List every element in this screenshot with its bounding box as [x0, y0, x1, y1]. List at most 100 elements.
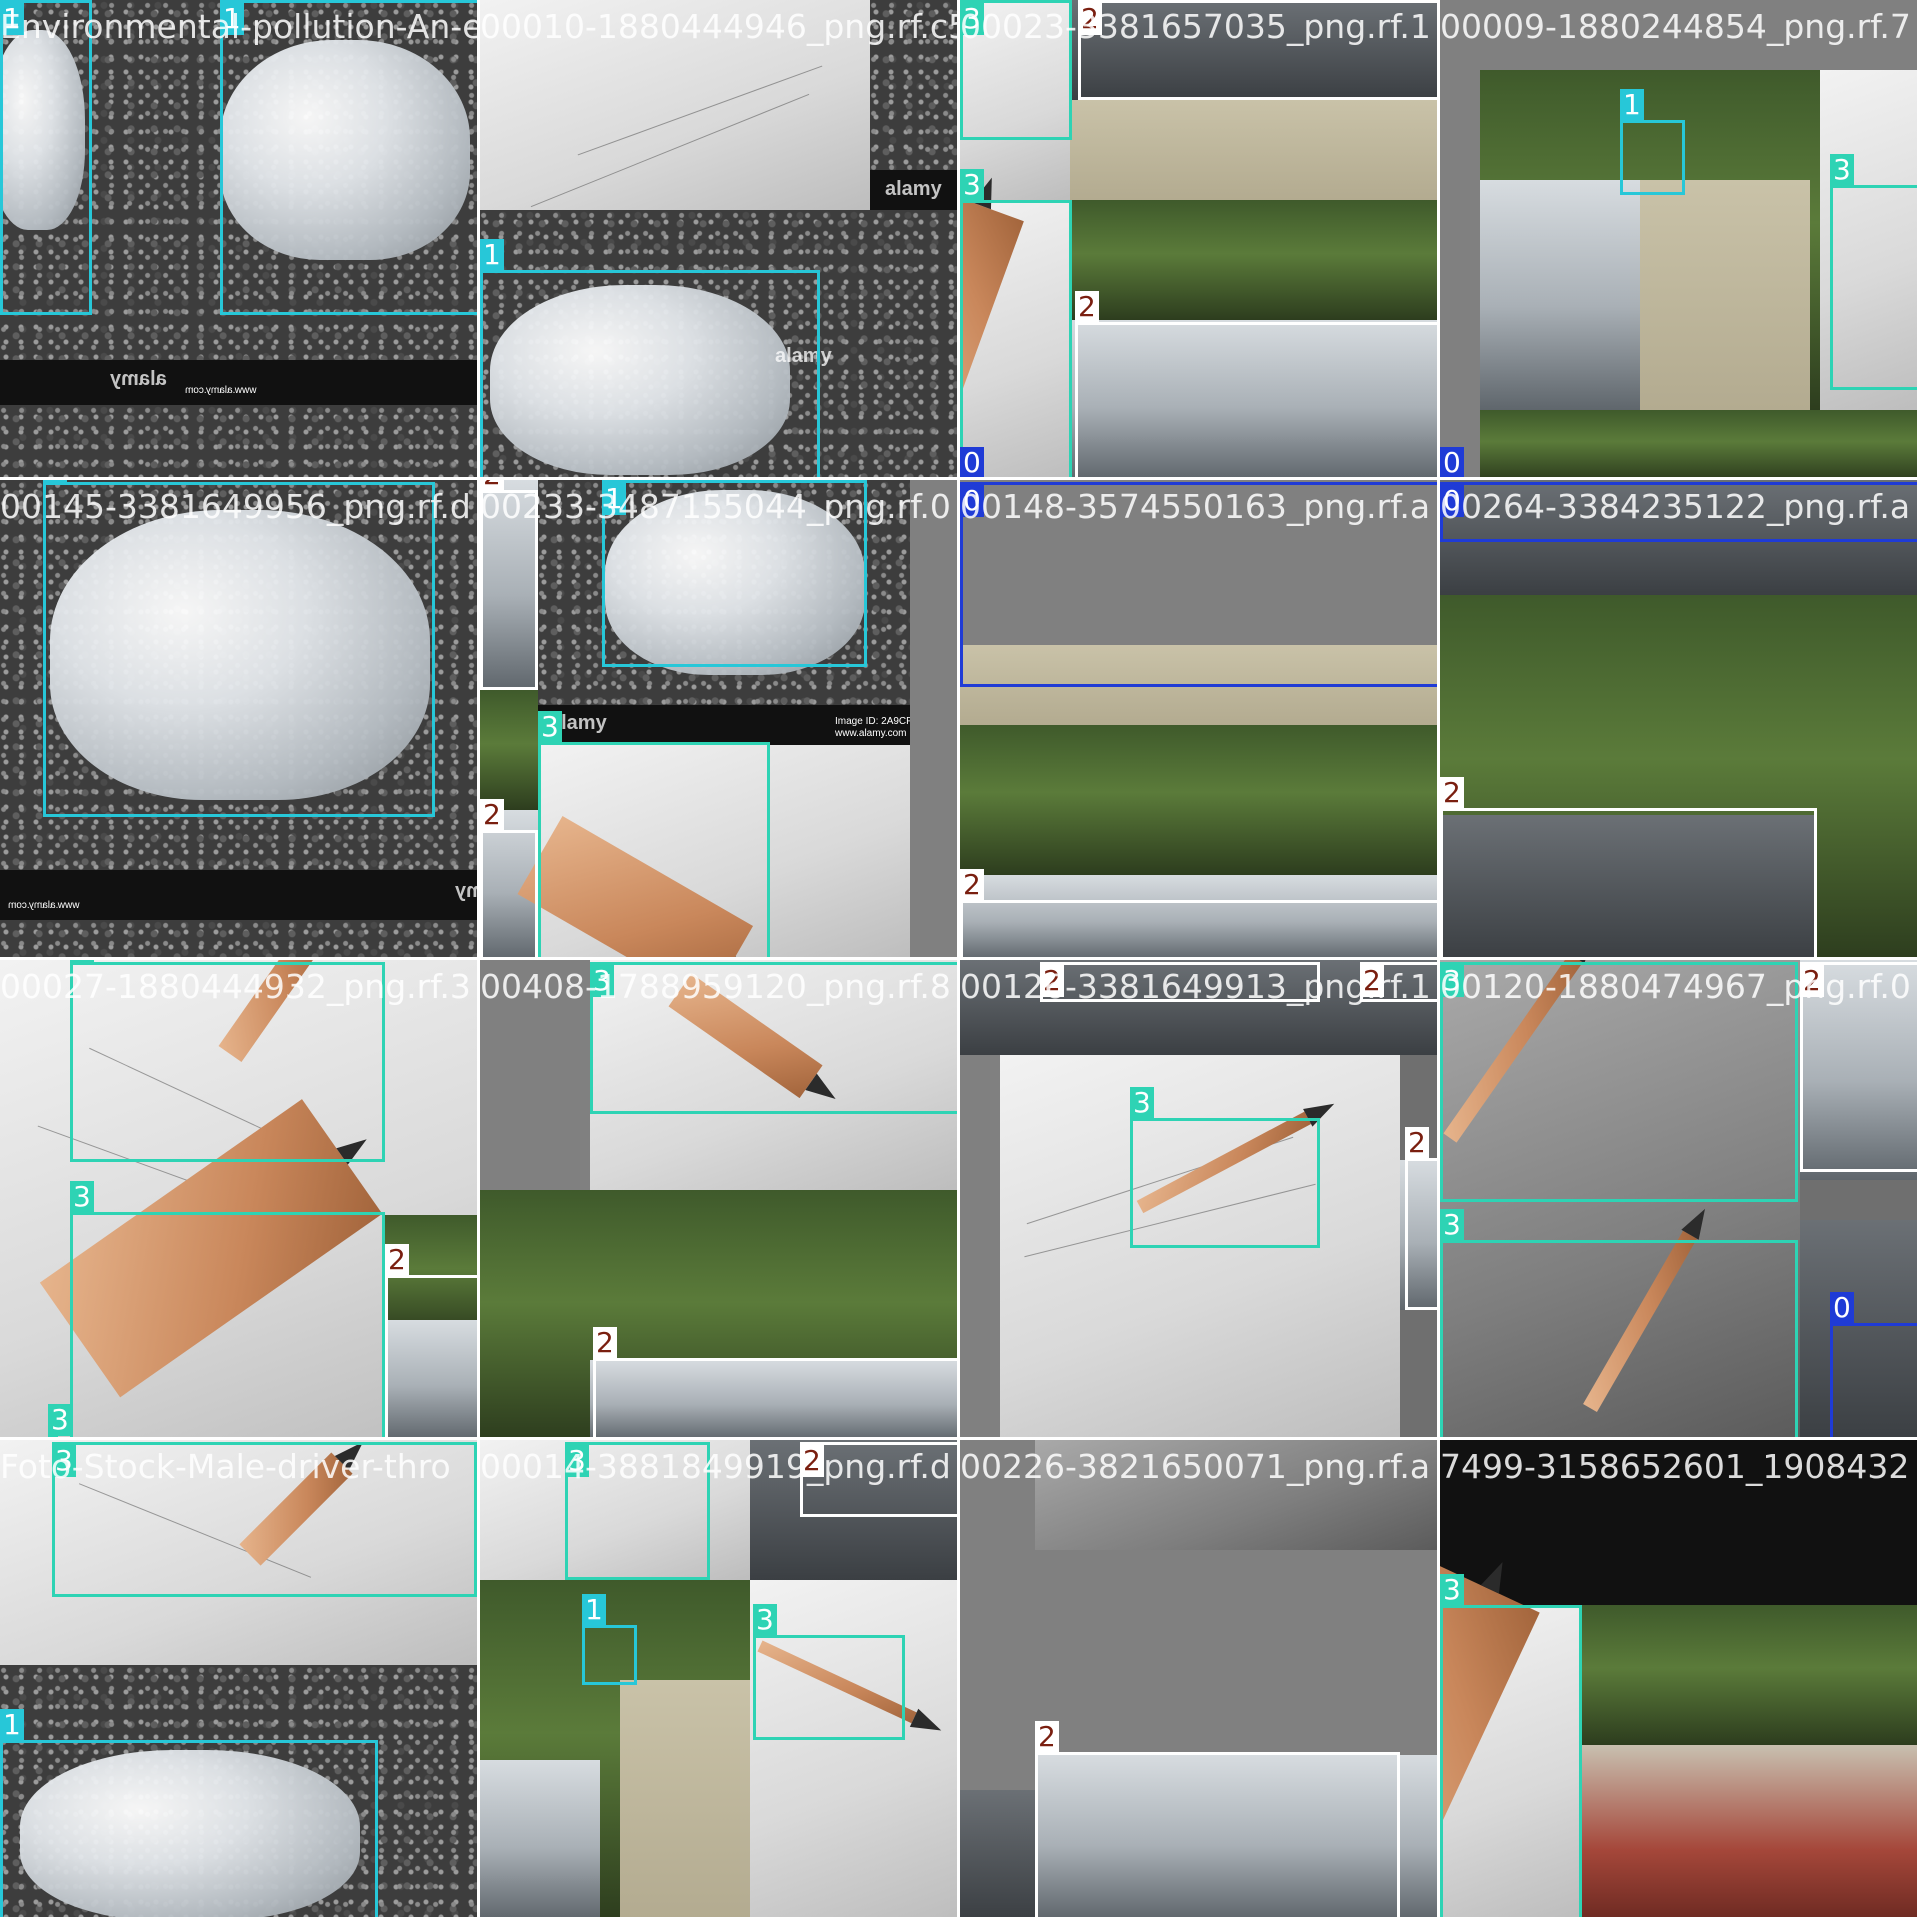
bbox-car: 2: [480, 799, 538, 957]
bbox-label: 3: [960, 169, 984, 201]
mosaic-cell: 0 2 00148-3574550163_png.rf.a: [960, 480, 1440, 960]
photo-trees: [480, 690, 538, 810]
mosaic-cell: 1 3 0 00009-1880244854_png.rf.7: [1440, 0, 1920, 480]
bbox-plastic-bottle: 1: [582, 1594, 637, 1685]
watermark-strip-text: www.alamy.com: [835, 728, 907, 739]
bbox-label: 2: [1440, 777, 1464, 809]
bbox-label: 2: [593, 1327, 617, 1359]
bbox-label: 2: [960, 869, 984, 901]
mosaic-cell: 3 1 Foto-Stock-Male-driver-thro: [0, 1440, 480, 1920]
bbox-car: 2: [1075, 291, 1437, 477]
image-filename: 00009-1880244854_png.rf.7: [1440, 7, 1911, 46]
mosaic-cell: 0 2 00264-3384235122_png.rf.a: [1440, 480, 1920, 960]
photo-road: [620, 1680, 750, 1917]
image-filename: 00226-3821650071_png.rf.a: [960, 1447, 1431, 1486]
bbox-label: 0: [960, 447, 984, 477]
bbox-label: 3: [753, 1604, 777, 1636]
mosaic-cell: 3 7499-3158652601_1908432: [1440, 1440, 1920, 1920]
photo-road: [1070, 100, 1437, 200]
bbox-pencil: 3: [1440, 1209, 1798, 1437]
mosaic-cell: 2 00226-3821650071_png.rf.a: [960, 1440, 1440, 1920]
bbox-pencil: 3: [1830, 154, 1917, 390]
mosaic-cell: alamy Image ID: 2A9CP40 www.alamy.com 2 …: [480, 480, 960, 960]
image-filename: 00264-3384235122_png.rf.a: [1440, 487, 1911, 526]
photo-soil: [0, 920, 477, 957]
bbox-label: 2: [480, 799, 504, 831]
image-filename: 00233-3487155044_png.rf.0: [480, 487, 951, 526]
image-filename: Foto-Stock-Male-driver-thro: [0, 1447, 451, 1486]
image-filename: 00408-1788959120_png.rf.8: [480, 967, 951, 1006]
image-filename: Environmental-pollution-An-empty-plastic…: [0, 7, 477, 46]
bbox-label: 3: [1440, 1574, 1464, 1606]
watermark: alamy: [455, 880, 477, 902]
bbox-car: 2: [593, 1327, 957, 1437]
bbox-label: 1: [43, 480, 67, 483]
photo-trees: [1580, 1605, 1917, 1745]
mosaic-cell: www.alamy.com alamy 1 00145-3381649956_p…: [0, 480, 480, 960]
watermark: alamy: [110, 368, 167, 390]
photo-sketch-paper: [750, 1580, 957, 1917]
photo-background: [910, 480, 957, 957]
bbox-label: 3: [70, 1181, 94, 1213]
bbox-plastic-bottle: 1: [0, 1709, 378, 1917]
bbox-label: 0: [1440, 447, 1464, 477]
watermark-strip-text: www.alamy.com: [8, 900, 80, 911]
photo-red-car: [1580, 1745, 1917, 1917]
mosaic-cell: www.alamy.com alamy 1 1 Environmental-po…: [0, 0, 480, 480]
watermark: alamy: [885, 178, 942, 200]
bbox-car: 2: [960, 869, 1437, 957]
bbox-plastic-bottle: 1: [1620, 89, 1685, 195]
bbox-label: 2: [1075, 291, 1099, 323]
photo-strip: [0, 360, 477, 405]
photo-background: [960, 1055, 1000, 1437]
photo-trees: [1070, 200, 1437, 320]
image-filename: 7499-3158652601_1908432: [1440, 1447, 1910, 1486]
image-filename: 00010-1880444946_png.rf.c5023: [480, 7, 957, 46]
bbox-label: 2: [385, 1244, 409, 1276]
mosaic-cell: 3 2 1 3 00014-3881849919_png.rf.d: [480, 1440, 960, 1920]
watermark-strip-text: www.alamy.com: [185, 385, 257, 396]
photo-trees: [960, 725, 1437, 875]
bbox-label: 1: [582, 1594, 606, 1626]
mosaic-cell: 3 2 3 2 0 00023-3381657035_png.rf.1: [960, 0, 1440, 480]
photo-car: [1480, 180, 1640, 410]
bbox-plastic-bottle: 1: [480, 239, 820, 477]
bbox-label: 2: [1405, 1127, 1429, 1159]
bbox-car: 2: [1440, 777, 1817, 957]
bbox-pencil: 3: [70, 1181, 385, 1437]
photo-trees: [1480, 410, 1917, 477]
photo-bicycle: [960, 1790, 1035, 1917]
image-filename: 00027-1880444932_png.rf.3: [0, 967, 471, 1006]
bbox-plastic-bottle: 1: [43, 480, 435, 817]
photo-soil: [0, 405, 477, 477]
bbox-pencil: 3: [960, 169, 1072, 477]
mosaic-cell: 3 2 00408-1788959120_png.rf.8: [480, 960, 960, 1440]
bbox-label: 1: [480, 239, 504, 271]
image-filename: 00120-1880474967_png.rf.0: [1440, 967, 1911, 1006]
image-filename: 00014-3881849919_png.rf.d: [480, 1447, 951, 1486]
bbox-pencil: 3: [1130, 1087, 1320, 1248]
photo-road: [1640, 180, 1810, 410]
bbox-label: 2: [1035, 1721, 1059, 1753]
bbox-car: 2: [1035, 1721, 1400, 1917]
bbox-pencil: 3: [1440, 1574, 1582, 1917]
bbox-label: 3: [1440, 1209, 1464, 1241]
bbox-label: 3: [1130, 1087, 1154, 1119]
image-filename: 00148-3574550163_png.rf.a: [960, 487, 1431, 526]
bbox-car: 2: [1405, 1127, 1437, 1310]
bbox-label: 3: [70, 960, 94, 963]
image-filename: 00126-3381649913_png.rf.1: [960, 967, 1431, 1006]
photo-strip: [0, 870, 477, 920]
bbox-label: 1: [1620, 89, 1644, 121]
mosaic-cell: 2 2 3 2 00126-3381649913_png.rf.1: [960, 960, 1440, 1440]
image-filename: 00145-3381649956_png.rf.d: [0, 487, 471, 526]
bbox-bicycle: 0: [1830, 1292, 1917, 1437]
bbox-pencil: 3: [538, 711, 770, 957]
bbox-label: 0: [1830, 1292, 1854, 1324]
mosaic-grid: www.alamy.com alamy 1 1 Environmental-po…: [0, 0, 1920, 1920]
mosaic-cell: 3 3 3 2 00027-1880444932_png.rf.3: [0, 960, 480, 1440]
photo-car: [480, 1760, 600, 1917]
bbox-plastic-bottle: 1: [0, 0, 92, 315]
mosaic-cell: 3 2 3 0 00120-1880474967_png.rf.0: [1440, 960, 1920, 1440]
bbox-label: 1: [0, 1709, 24, 1741]
